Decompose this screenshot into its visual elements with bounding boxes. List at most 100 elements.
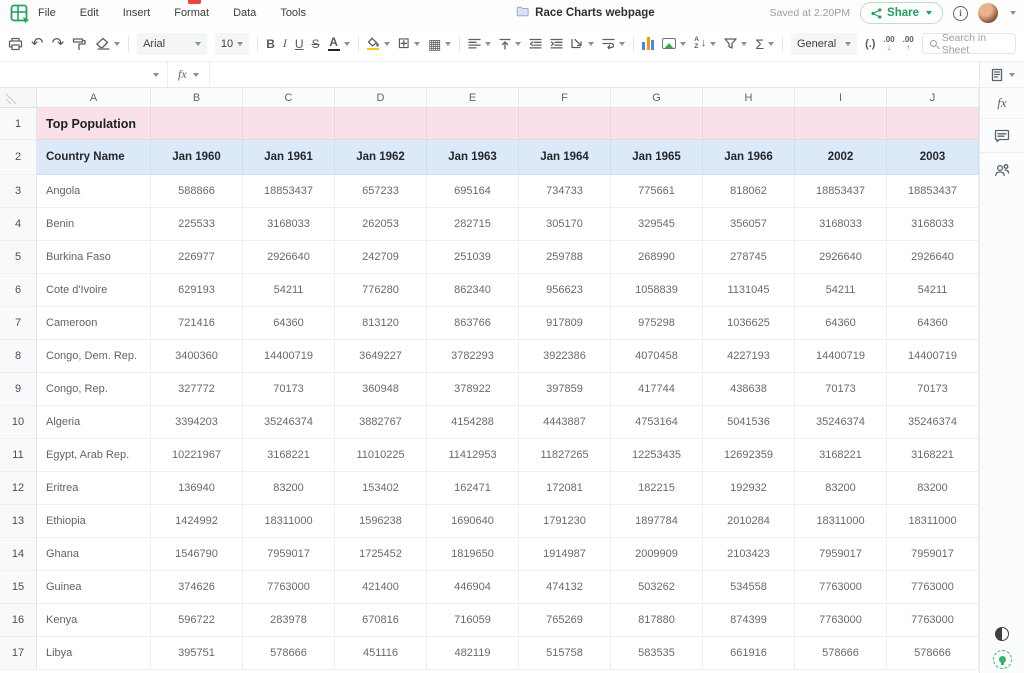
cell-J12[interactable]: 83200 [887, 472, 979, 505]
cell-A3[interactable]: Angola [37, 175, 151, 208]
indent-increase-button[interactable] [550, 38, 563, 49]
cell-D7[interactable]: 813120 [335, 307, 427, 340]
cell-J5[interactable]: 2926640 [887, 241, 979, 274]
cell-G17[interactable]: 583535 [611, 637, 703, 670]
cell-J11[interactable]: 3168221 [887, 439, 979, 472]
cell-B7[interactable]: 721416 [151, 307, 243, 340]
cell-G13[interactable]: 1897784 [611, 505, 703, 538]
cell-E2[interactable]: Jan 1963 [427, 140, 519, 175]
column-header-F[interactable]: F [519, 88, 611, 107]
column-header-E[interactable]: E [427, 88, 519, 107]
cell-H7[interactable]: 1036625 [703, 307, 795, 340]
cell-H16[interactable]: 874399 [703, 604, 795, 637]
cell-B6[interactable]: 629193 [151, 274, 243, 307]
cell-A6[interactable]: Cote d'Ivoire [37, 274, 151, 307]
cell-J14[interactable]: 7959017 [887, 538, 979, 571]
cell-D13[interactable]: 1596238 [335, 505, 427, 538]
format-painter-button[interactable] [72, 37, 87, 51]
cell-I3[interactable]: 18853437 [795, 175, 887, 208]
cell-B4[interactable]: 225533 [151, 208, 243, 241]
cell-G9[interactable]: 417744 [611, 373, 703, 406]
cell-D10[interactable]: 3882767 [335, 406, 427, 439]
cell-B5[interactable]: 226977 [151, 241, 243, 274]
cell-A16[interactable]: Kenya [37, 604, 151, 637]
sum-button[interactable]: Σ [755, 37, 775, 51]
zia-assistant-button[interactable] [992, 650, 1012, 669]
print-button[interactable] [8, 37, 23, 51]
sheet-view-button[interactable] [980, 62, 1024, 88]
cell-E17[interactable]: 482119 [427, 637, 519, 670]
cell-F17[interactable]: 515758 [519, 637, 611, 670]
share-button[interactable]: Share [860, 2, 943, 24]
cell-A17[interactable]: Libya [37, 637, 151, 670]
filter-button[interactable] [724, 38, 748, 49]
functions-panel-button[interactable]: fx [980, 88, 1024, 119]
cell-A13[interactable]: Ethiopia [37, 505, 151, 538]
row-header-5[interactable]: 5 [0, 241, 37, 274]
cell-B1[interactable] [151, 108, 243, 140]
cell-H12[interactable]: 192932 [703, 472, 795, 505]
row-header-1[interactable]: 1 [0, 108, 37, 140]
cell-D9[interactable]: 360948 [335, 373, 427, 406]
row-header-9[interactable]: 9 [0, 373, 37, 406]
cell-B3[interactable]: 588866 [151, 175, 243, 208]
row-header-10[interactable]: 10 [0, 406, 37, 439]
cell-B10[interactable]: 3394203 [151, 406, 243, 439]
row-header-14[interactable]: 14 [0, 538, 37, 571]
cell-A4[interactable]: Benin [37, 208, 151, 241]
decrease-decimal-button[interactable]: .00 ↓ [883, 35, 894, 52]
cell-G8[interactable]: 4070458 [611, 340, 703, 373]
cell-A2[interactable]: Country Name [37, 140, 151, 175]
cell-H11[interactable]: 12692359 [703, 439, 795, 472]
cell-E13[interactable]: 1690640 [427, 505, 519, 538]
cell-G2[interactable]: Jan 1965 [611, 140, 703, 175]
cell-I5[interactable]: 2926640 [795, 241, 887, 274]
italic-button[interactable]: I [283, 36, 287, 51]
font-size-select[interactable]: 10 [214, 32, 250, 55]
menu-insert[interactable]: Insert [123, 7, 151, 19]
cell-H1[interactable] [703, 108, 795, 140]
cell-J13[interactable]: 18311000 [887, 505, 979, 538]
column-header-D[interactable]: D [335, 88, 427, 107]
cell-C8[interactable]: 14400719 [243, 340, 335, 373]
redo-button[interactable]: ↷ [52, 36, 65, 51]
cell-I17[interactable]: 578666 [795, 637, 887, 670]
cell-D16[interactable]: 670816 [335, 604, 427, 637]
collaborators-panel-button[interactable] [980, 153, 1024, 187]
cell-C6[interactable]: 54211 [243, 274, 335, 307]
cell-I2[interactable]: 2002 [795, 140, 887, 175]
cell-C15[interactable]: 7763000 [243, 571, 335, 604]
cell-F3[interactable]: 734733 [519, 175, 611, 208]
row-header-17[interactable]: 17 [0, 637, 37, 670]
cell-F2[interactable]: Jan 1964 [519, 140, 611, 175]
cell-A5[interactable]: Burkina Faso [37, 241, 151, 274]
cell-C16[interactable]: 283978 [243, 604, 335, 637]
cell-F10[interactable]: 4443887 [519, 406, 611, 439]
column-header-H[interactable]: H [703, 88, 795, 107]
cell-D15[interactable]: 421400 [335, 571, 427, 604]
cell-I9[interactable]: 70173 [795, 373, 887, 406]
parentheses-format-button[interactable]: (.) [865, 38, 875, 50]
cell-F7[interactable]: 917809 [519, 307, 611, 340]
strikethrough-button[interactable]: S [312, 37, 320, 51]
cell-E11[interactable]: 11412953 [427, 439, 519, 472]
cell-F4[interactable]: 305170 [519, 208, 611, 241]
cell-F6[interactable]: 956623 [519, 274, 611, 307]
cell-J1[interactable] [887, 108, 979, 140]
cell-D5[interactable]: 242709 [335, 241, 427, 274]
row-header-2[interactable]: 2 [0, 140, 37, 175]
cell-E3[interactable]: 695164 [427, 175, 519, 208]
cell-D12[interactable]: 153402 [335, 472, 427, 505]
font-family-select[interactable]: Arial [137, 32, 207, 55]
cell-H15[interactable]: 534558 [703, 571, 795, 604]
cell-I8[interactable]: 14400719 [795, 340, 887, 373]
document-title[interactable]: Race Charts webpage [535, 7, 655, 19]
cell-F15[interactable]: 474132 [519, 571, 611, 604]
cell-H3[interactable]: 818062 [703, 175, 795, 208]
cell-B11[interactable]: 10221967 [151, 439, 243, 472]
row-header-3[interactable]: 3 [0, 175, 37, 208]
cell-C9[interactable]: 70173 [243, 373, 335, 406]
row-header-11[interactable]: 11 [0, 439, 37, 472]
cell-H8[interactable]: 4227193 [703, 340, 795, 373]
cell-C13[interactable]: 18311000 [243, 505, 335, 538]
